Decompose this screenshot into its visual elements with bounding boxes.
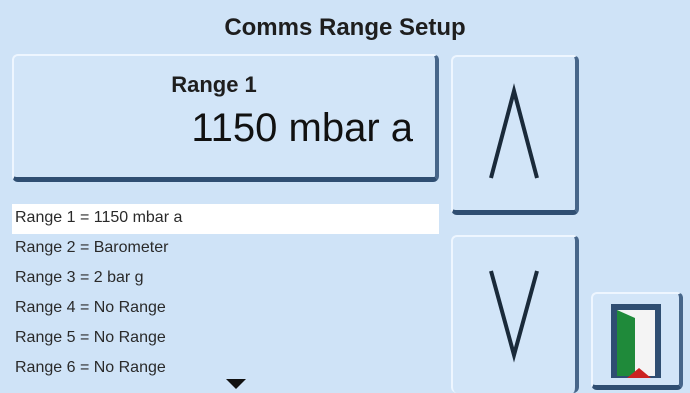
chevron-up-icon	[489, 83, 539, 179]
scroll-up-button[interactable]	[451, 55, 579, 215]
range-list-item[interactable]: Range 1 = 1150 mbar a	[12, 204, 439, 234]
chevron-down-icon	[489, 270, 539, 363]
range-list: Range 1 = 1150 mbar a Range 2 = Baromete…	[12, 204, 439, 384]
exit-button[interactable]	[591, 292, 683, 390]
scroll-down-arrow-icon	[226, 379, 246, 389]
range-list-item[interactable]: Range 3 = 2 bar g	[12, 264, 439, 294]
current-range-value: 1150 mbar a	[191, 106, 413, 150]
exit-door-icon	[611, 304, 661, 378]
current-range-name: Range 1	[171, 72, 257, 97]
range-list-item[interactable]: Range 2 = Barometer	[12, 234, 439, 264]
scroll-down-button[interactable]	[451, 235, 579, 393]
current-range-display[interactable]: Range 1 1150 mbar a	[12, 54, 439, 182]
range-list-item[interactable]: Range 5 = No Range	[12, 324, 439, 354]
page-title: Comms Range Setup	[224, 14, 466, 41]
range-list-item[interactable]: Range 4 = No Range	[12, 294, 439, 324]
